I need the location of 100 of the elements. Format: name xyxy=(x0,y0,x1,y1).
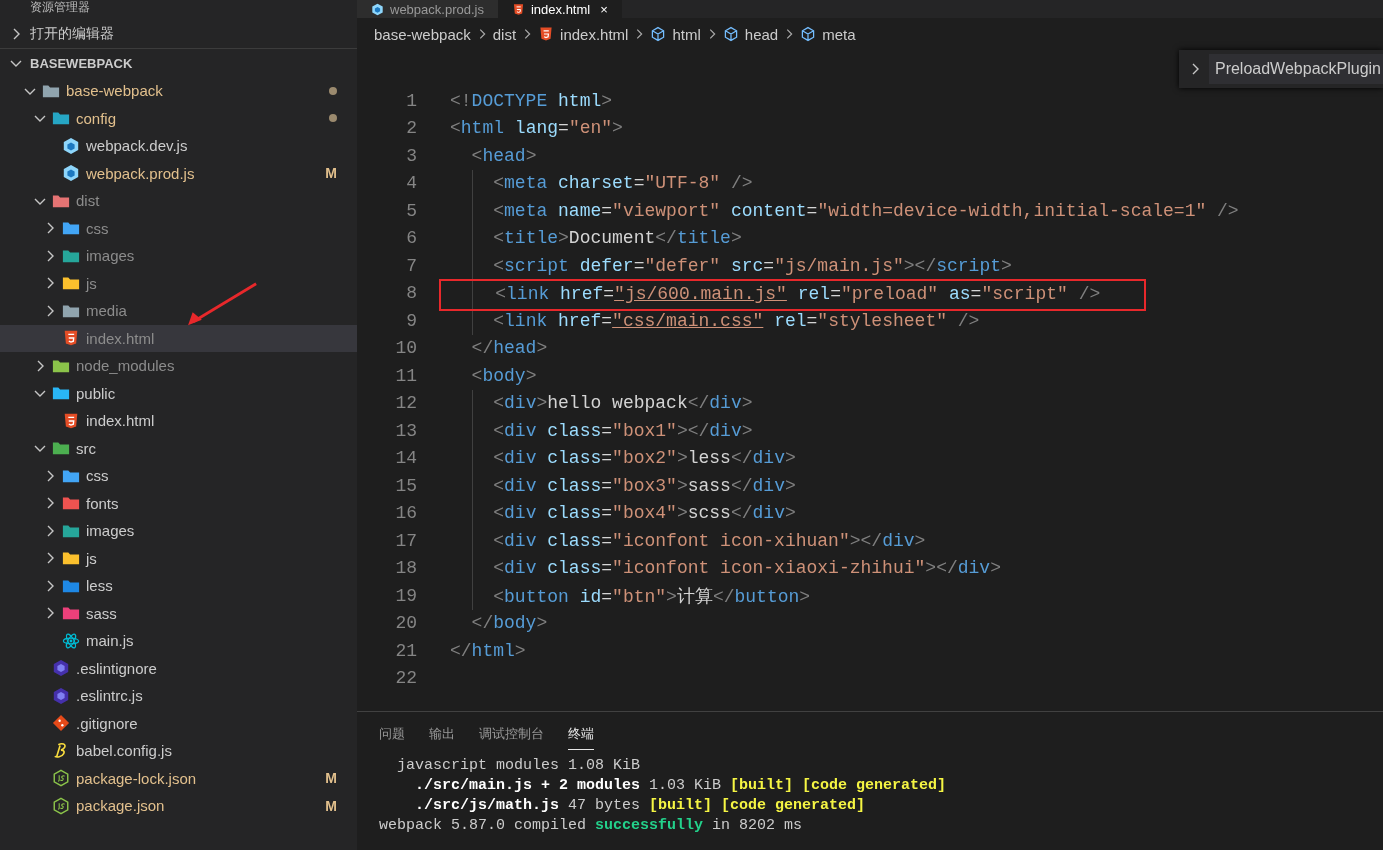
terminal-line: webpack 5.87.0 compiled successfully in 8202 ms xyxy=(379,817,803,834)
tree-item[interactable]: images xyxy=(0,242,357,270)
line-number: 5 xyxy=(405,200,417,221)
git-status-label: M xyxy=(325,165,337,182)
html5-icon xyxy=(62,411,80,430)
code-line: <!DOCTYPE html> xyxy=(450,90,613,111)
code-line: </body> xyxy=(470,613,548,634)
code-line: </head> xyxy=(470,338,548,359)
tree-item[interactable]: .eslintrc.js xyxy=(0,682,357,710)
code-line: <link href="css/main.css" rel="stylesheet" /> xyxy=(492,310,980,331)
tree-item[interactable]: js xyxy=(0,269,357,297)
code-line: <div class="box3">sass</div> xyxy=(492,475,796,496)
line-number: 16 xyxy=(394,503,417,524)
line-number: 15 xyxy=(394,475,417,496)
sticky-scroll-widget[interactable]: PreloadWebpackPlugin xyxy=(1178,50,1383,88)
code-line: <script defer="defer" src="js/main.js"></script> xyxy=(492,255,1012,276)
breadcrumb-item[interactable]: dist xyxy=(492,25,517,43)
cube-icon xyxy=(650,26,667,42)
line-number: 13 xyxy=(394,420,417,441)
panel-tab[interactable]: 问题 xyxy=(379,725,405,750)
line-number: 18 xyxy=(394,558,417,579)
cube-icon xyxy=(800,26,817,42)
cube-icon xyxy=(371,2,384,16)
breadcrumb-item[interactable]: html xyxy=(672,25,701,43)
line-number: 2 xyxy=(405,118,417,139)
code-line: <meta name="viewport" content="width=device-width,initial-scale=1" /> xyxy=(492,200,1239,221)
breadcrumb-item[interactable]: base-webpack xyxy=(374,25,471,43)
tree-item[interactable]: package.json M xyxy=(0,792,357,820)
line-number: 8 xyxy=(405,283,417,304)
tree-item[interactable]: src xyxy=(0,434,357,462)
tree-item[interactable]: node_modules xyxy=(0,352,357,380)
panel-tab[interactable]: 终端 xyxy=(568,725,594,750)
breadcrumb-item[interactable]: meta xyxy=(822,25,856,43)
cube-icon xyxy=(62,136,80,155)
cube-icon xyxy=(62,164,80,183)
line-number: 14 xyxy=(394,448,417,469)
code-line: <div class="iconfont icon-xiaoxi-zhihui"></div> xyxy=(492,558,1001,579)
line-number: 17 xyxy=(394,530,417,551)
diamond-icon xyxy=(52,714,70,733)
code-line: <div class="box2">less</div> xyxy=(492,448,796,469)
code-line: <meta charset="UTF-8" /> xyxy=(492,173,753,194)
tree-item[interactable]: index.html xyxy=(0,324,357,352)
tree-item[interactable]: css xyxy=(0,462,357,490)
tree-item[interactable]: dist xyxy=(0,187,357,215)
tree-item[interactable]: index.html xyxy=(0,407,357,435)
tree-item[interactable]: fonts xyxy=(0,489,357,517)
editor-tab[interactable]: index.html × xyxy=(497,0,622,18)
tree-item[interactable]: media xyxy=(0,297,357,325)
code-line: <div class="iconfont icon-xihuan"></div> xyxy=(492,530,926,551)
tree-item[interactable]: webpack.dev.js xyxy=(0,132,357,160)
breadcrumb-item[interactable]: index.html xyxy=(560,25,629,43)
line-number: 11 xyxy=(394,365,417,386)
line-number: 19 xyxy=(394,585,417,606)
git-status-label: M xyxy=(325,797,337,814)
code-line: <body> xyxy=(470,365,537,386)
tree-item[interactable]: css xyxy=(0,214,357,242)
html5-icon xyxy=(62,329,80,348)
panel-tab[interactable]: 调试控制台 xyxy=(479,725,544,750)
code-line: <div class="box4">scss</div> xyxy=(492,503,796,524)
tree-item[interactable]: less xyxy=(0,572,357,600)
terminal-line: ./src/main.js + 2 modules 1.03 KiB [built] [code generated] xyxy=(415,777,947,794)
tree-item[interactable]: babel.config.js xyxy=(0,737,357,765)
tree-item[interactable]: images xyxy=(0,517,357,545)
terminal-line: ./src/js/math.js 47 bytes [built] [code generated] xyxy=(415,797,866,814)
hexagon-icon xyxy=(52,796,70,815)
line-number: 4 xyxy=(405,173,417,194)
tree-item[interactable]: .eslintignore xyxy=(0,654,357,682)
hexagon-icon xyxy=(52,769,70,788)
tree-item[interactable]: .gitignore xyxy=(0,709,357,737)
tree-item[interactable]: sass xyxy=(0,599,357,627)
code-line: <button id="btn">计算</button> xyxy=(492,585,811,608)
code-line: <head> xyxy=(470,145,537,166)
hexagon-icon xyxy=(52,686,70,705)
atom-icon xyxy=(62,631,80,650)
line-number: 7 xyxy=(405,255,417,276)
line-number: 9 xyxy=(405,310,417,331)
panel-tab[interactable]: 输出 xyxy=(429,725,455,750)
breadcrumb-item[interactable]: head xyxy=(744,25,779,43)
section-header[interactable]: BASEWEBPACK xyxy=(30,55,133,71)
section-header[interactable]: 打开的编辑器 xyxy=(30,25,114,43)
tree-item[interactable]: base-webpack xyxy=(0,77,357,105)
html5-icon xyxy=(538,26,555,42)
code-line: <div class="box1"></div> xyxy=(492,420,753,441)
line-number: 20 xyxy=(394,613,417,634)
git-status-label: M xyxy=(325,770,337,787)
html5-icon xyxy=(511,2,525,16)
tree-item[interactable]: config xyxy=(0,104,357,132)
editor-tab[interactable]: webpack.prod.js xyxy=(357,0,498,18)
tree-item[interactable]: public xyxy=(0,379,357,407)
line-number: 21 xyxy=(394,640,417,661)
line-number: 12 xyxy=(394,393,417,414)
code-line: <title>Document</title> xyxy=(492,228,742,249)
line-number: 10 xyxy=(394,338,417,359)
line-number: 22 xyxy=(394,668,417,689)
terminal-line: javascript modules 1.08 KiB xyxy=(397,757,641,774)
tree-item[interactable]: js xyxy=(0,544,357,572)
tree-item[interactable]: webpack.prod.js M xyxy=(0,159,357,187)
tree-item[interactable]: main.js xyxy=(0,627,357,655)
tree-item[interactable]: package-lock.json M xyxy=(0,764,357,792)
code-line: <html lang="en"> xyxy=(450,118,623,139)
